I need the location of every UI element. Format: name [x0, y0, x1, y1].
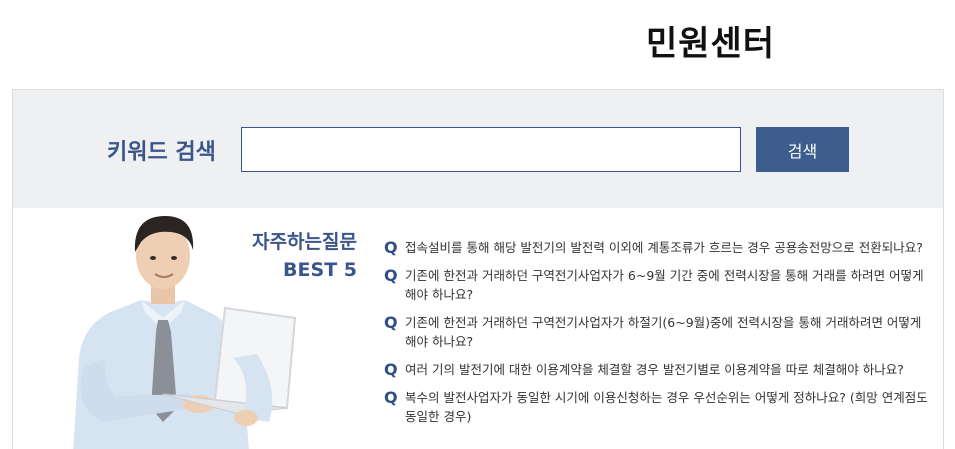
customer-center-panel: 키워드 검색 검색 자주하는질문 BEST 5 Q 접속설비를 통해 해당 발전…	[12, 89, 944, 449]
faq-item[interactable]: Q 기존에 한전과 거래하던 구역전기사업자가 6~9월 기간 중에 전력시장을…	[384, 266, 929, 304]
faq-item[interactable]: Q 기존에 한전과 거래하던 구역전기사업자가 하절기(6~9월)중에 전력시장…	[384, 313, 929, 351]
faq-question-text[interactable]: 기존에 한전과 거래하던 구역전기사업자가 하절기(6~9월)중에 전력시장을 …	[405, 315, 921, 349]
question-marker: Q	[384, 388, 398, 407]
question-marker: Q	[384, 266, 398, 285]
faq-question-text[interactable]: 여러 기의 발전기에 대한 이용계약을 체결할 경우 발전기별로 이용계약을 따…	[405, 362, 904, 377]
question-marker: Q	[384, 313, 398, 332]
faq-item[interactable]: Q 접속설비를 통해 해당 발전기의 발전력 이외에 계통조류가 흐르는 경우 …	[384, 238, 929, 257]
faq-question-text[interactable]: 접속설비를 통해 해당 발전기의 발전력 이외에 계통조류가 흐르는 경우 공용…	[405, 240, 923, 255]
faq-list: Q 접속설비를 통해 해당 발전기의 발전력 이외에 계통조류가 흐르는 경우 …	[384, 238, 929, 435]
faq-question-text[interactable]: 기존에 한전과 거래하던 구역전기사업자가 6~9월 기간 중에 전력시장을 통…	[405, 268, 924, 302]
keyword-search-input[interactable]	[241, 127, 741, 172]
faq-item[interactable]: Q 여러 기의 발전기에 대한 이용계약을 체결할 경우 발전기별로 이용계약을…	[384, 360, 929, 379]
search-button[interactable]: 검색	[756, 127, 849, 172]
faq-question-text[interactable]: 복수의 발전사업자가 동일한 시기에 이용신청하는 경우 우선순위는 어떻게 정…	[405, 390, 928, 424]
faq-item[interactable]: Q 복수의 발전사업자가 동일한 시기에 이용신청하는 경우 우선순위는 어떻게…	[384, 388, 929, 426]
faq-heading: 자주하는질문 BEST 5	[233, 228, 357, 284]
faq-heading-best5: BEST 5	[283, 259, 357, 281]
question-marker: Q	[384, 360, 398, 379]
question-marker: Q	[384, 238, 398, 257]
page: 민원센터 키워드 검색 검색 자주하는질문 BEST 5 Q 접속설비를 통해 …	[0, 0, 955, 449]
keyword-search-area: 키워드 검색 검색	[13, 90, 943, 208]
page-title: 민원센터	[645, 24, 776, 64]
faq-section: 자주하는질문 BEST 5 Q 접속설비를 통해 해당 발전기의 발전력 이외에…	[13, 208, 943, 449]
keyword-search-label: 키워드 검색	[107, 140, 216, 165]
faq-heading-title: 자주하는질문	[252, 231, 357, 253]
